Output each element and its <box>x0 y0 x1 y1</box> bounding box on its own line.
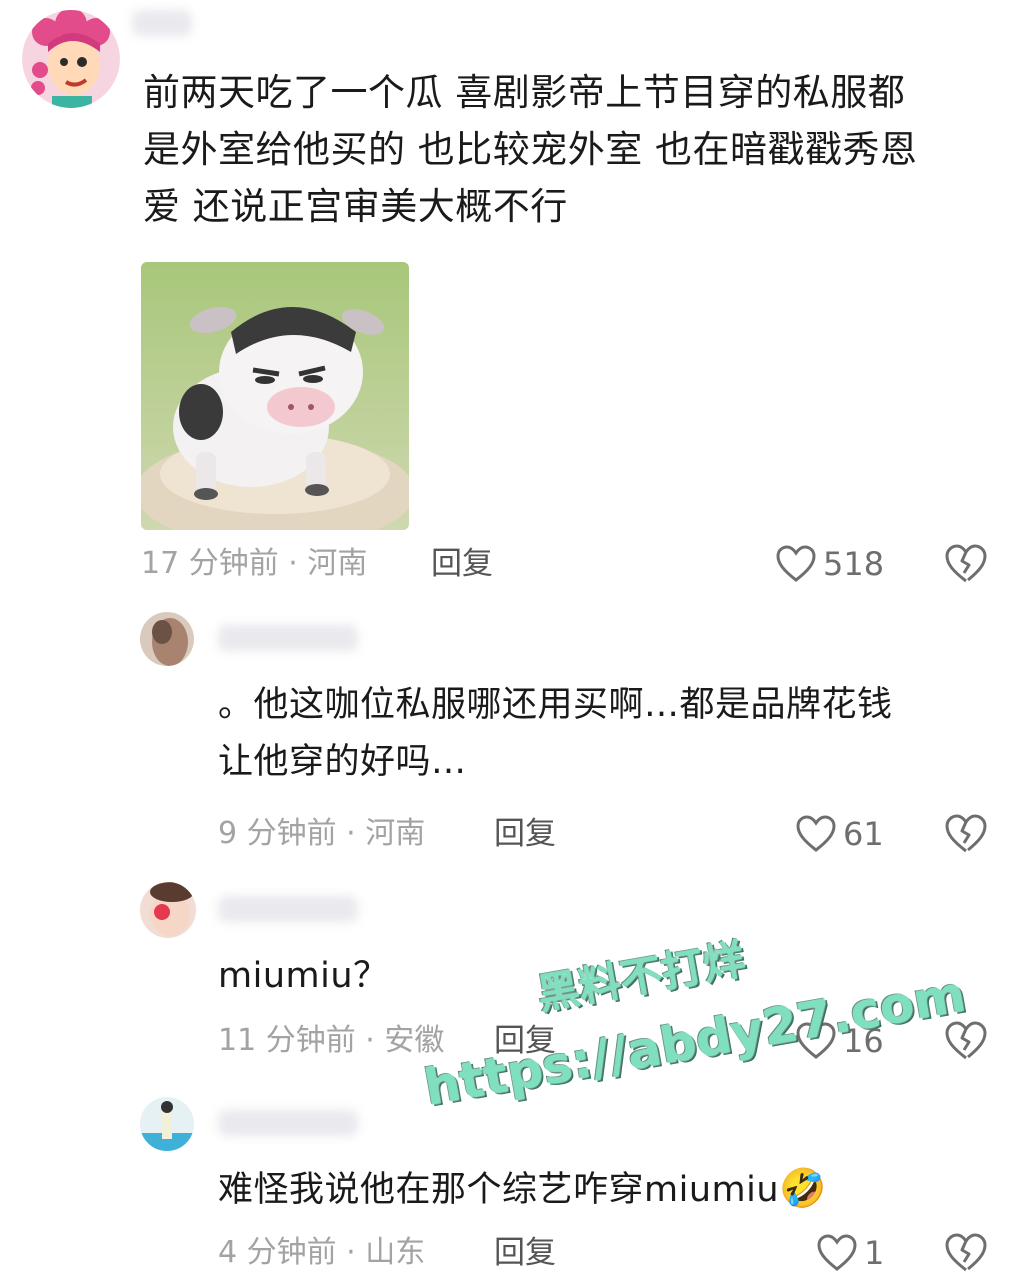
cow-sticker-image[interactable] <box>141 262 409 530</box>
heart-icon <box>816 1233 858 1273</box>
dislike-button[interactable] <box>944 813 988 859</box>
like-count: 518 <box>823 545 885 583</box>
comment-text-line: miumiu？ <box>218 956 389 996</box>
like-count: 1 <box>864 1234 885 1272</box>
watermark-line-1: 黑料不打烊 <box>533 934 749 1020</box>
comment-text: 难怪我说他在那个综艺咋穿miumiu🤣 <box>218 1160 827 1219</box>
reply-button[interactable]: 回复 <box>494 1233 556 1273</box>
avatar-photo <box>140 882 196 938</box>
comment-text-line: 爱 还说正宫审美大概不行 <box>143 185 568 228</box>
comment-time-location: 11 分钟前 · 安徽 <box>218 1023 445 1058</box>
dislike-button[interactable] <box>944 543 988 589</box>
broken-heart-icon <box>944 544 988 589</box>
dislike-button[interactable] <box>944 1232 988 1278</box>
like-button[interactable]: 61 <box>795 812 884 856</box>
username[interactable] <box>218 896 358 922</box>
heart-icon <box>795 1021 837 1061</box>
comment-time-location: 9 分钟前 · 河南 <box>218 816 426 851</box>
like-button[interactable]: 518 <box>775 542 884 586</box>
username[interactable] <box>218 625 358 651</box>
comment-time-location: 17 分钟前 · 河南 <box>141 546 368 581</box>
comment-text-line: 难怪我说他在那个综艺咋穿miumiu <box>218 1170 780 1210</box>
comment-text-line: 前两天吃了一个瓜 喜剧影帝上节目穿的私服都 <box>143 71 906 114</box>
broken-heart-icon <box>944 814 988 859</box>
cow-sticker <box>141 262 409 530</box>
watermark: 黑料不打烊 <box>532 926 749 1023</box>
like-count: 61 <box>843 815 884 853</box>
comment-text: miumiu？ <box>218 948 389 1005</box>
broken-heart-icon <box>944 1233 988 1278</box>
avatar-photo <box>140 612 194 666</box>
reply-button[interactable]: 回复 <box>431 544 493 584</box>
comment-text-line: 。他这咖位私服哪还用买啊…都是品牌花钱 <box>218 685 893 725</box>
comment-text: 。他这咖位私服哪还用买啊…都是品牌花钱 让他穿的好吗… <box>218 677 893 791</box>
like-button[interactable]: 16 <box>795 1019 884 1063</box>
heart-icon <box>775 544 817 584</box>
broken-heart-icon <box>944 1021 988 1066</box>
avatar-cartoon-girl <box>22 10 120 108</box>
reply-button[interactable]: 回复 <box>494 814 556 854</box>
like-button[interactable]: 1 <box>816 1231 884 1275</box>
avatar[interactable] <box>140 882 196 938</box>
comment-text: 前两天吃了一个瓜 喜剧影帝上节目穿的私服都 是外室给他买的 也比较宠外室 也在暗… <box>143 64 918 235</box>
comment-text-line: 让他穿的好吗… <box>218 742 467 782</box>
avatar[interactable] <box>22 10 120 108</box>
heart-icon <box>795 814 837 854</box>
avatar[interactable] <box>140 1097 194 1151</box>
laughing-emoji-icon: 🤣 <box>779 1166 827 1210</box>
dislike-button[interactable] <box>944 1020 988 1066</box>
like-count: 16 <box>843 1022 884 1060</box>
avatar[interactable] <box>140 612 194 666</box>
comment-time-location: 4 分钟前 · 山东 <box>218 1235 426 1270</box>
username[interactable] <box>132 10 192 36</box>
comment-text-line: 是外室给他买的 也比较宠外室 也在暗戳戳秀恩 <box>143 128 918 171</box>
avatar-photo <box>140 1097 194 1151</box>
username[interactable] <box>218 1110 358 1136</box>
reply-button[interactable]: 回复 <box>494 1021 556 1061</box>
